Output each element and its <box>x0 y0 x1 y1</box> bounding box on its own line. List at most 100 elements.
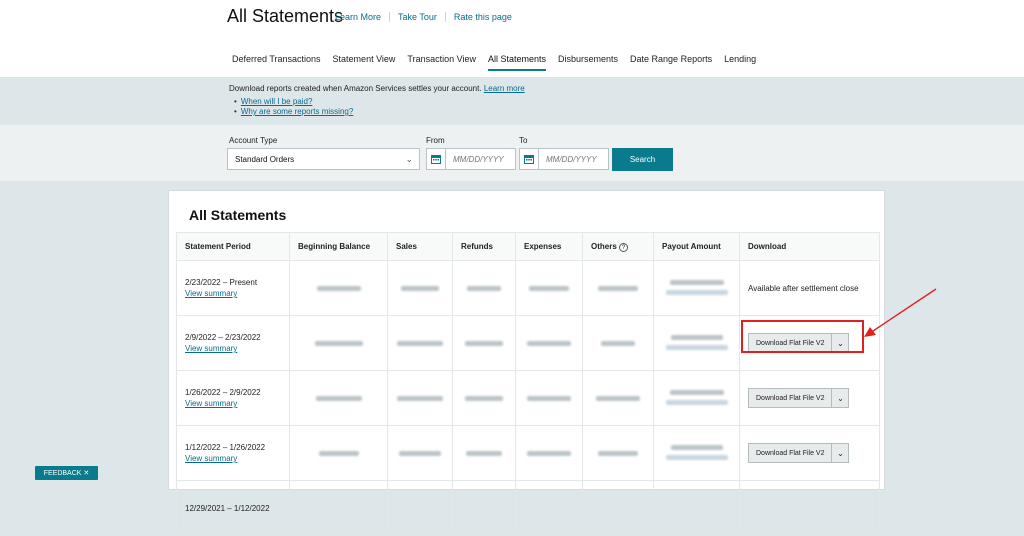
info-bullets: When will I be paid? Why are some report… <box>234 97 353 117</box>
redacted-value <box>387 315 453 371</box>
redacted-value <box>452 315 516 371</box>
redacted-value <box>387 480 453 536</box>
col-download[interactable]: Download <box>739 232 880 261</box>
when-paid-link[interactable]: When will I be paid? <box>241 97 313 106</box>
tab-deferred-transactions[interactable]: Deferred Transactions <box>232 54 321 71</box>
download-status: Available after settlement close <box>748 283 859 293</box>
period-cell: 12/29/2021 – 1/12/2022 <box>176 480 290 536</box>
redacted-value <box>582 260 654 316</box>
download-button-label: Download Flat File V2 <box>749 444 833 462</box>
col-payout-amount[interactable]: Payout Amount <box>653 232 740 261</box>
title-links: Learn More Take Tour Rate this page <box>335 12 520 22</box>
period-text: 1/12/2022 – 1/26/2022 <box>185 443 266 452</box>
chevron-down-icon[interactable]: ⌄ <box>832 389 848 407</box>
download-cell: Download Flat File V2 ⌄ <box>739 370 880 426</box>
calendar-icon[interactable] <box>427 149 446 169</box>
from-label: From <box>426 136 445 145</box>
redacted-payout <box>653 425 740 481</box>
account-type-select[interactable]: Standard Orders ⌄ <box>227 148 420 170</box>
view-summary-link[interactable]: View summary <box>185 454 237 463</box>
table-row: 1/12/2022 – 1/26/2022 View summary Downl… <box>176 425 880 481</box>
redacted-value <box>452 370 516 426</box>
download-cell: Download Flat File V2 ⌄ <box>739 425 880 481</box>
to-date-field[interactable]: MM/DD/YYYY <box>519 148 609 170</box>
tab-disbursements[interactable]: Disbursements <box>558 54 618 71</box>
col-sales[interactable]: Sales <box>387 232 453 261</box>
redacted-value <box>387 260 453 316</box>
list-item: Why are some reports missing? <box>234 107 353 117</box>
from-date-field[interactable]: MM/DD/YYYY <box>426 148 516 170</box>
redacted-payout <box>653 260 740 316</box>
download-cell <box>739 480 880 536</box>
redacted-value <box>289 260 388 316</box>
redacted-value <box>452 260 516 316</box>
chevron-down-icon: ⌄ <box>405 154 413 164</box>
table-row: 2/23/2022 – Present View summary Availab… <box>176 260 880 316</box>
tab-all-statements[interactable]: All Statements <box>487 54 546 71</box>
learn-more-link[interactable]: Learn More <box>335 12 391 22</box>
col-statement-period[interactable]: Statement Period <box>176 232 290 261</box>
period-cell: 1/12/2022 – 1/26/2022 View summary <box>176 425 290 481</box>
redacted-value <box>452 480 516 536</box>
redacted-value <box>387 370 453 426</box>
redacted-value <box>289 480 388 536</box>
col-refunds[interactable]: Refunds <box>452 232 516 261</box>
info-learn-more-link[interactable]: Learn more <box>484 84 525 93</box>
period-cell: 2/9/2022 – 2/23/2022 View summary <box>176 315 290 371</box>
table-header-row: Statement Period Beginning Balance Sales… <box>176 232 880 261</box>
redacted-value <box>515 315 583 371</box>
col-beginning-balance[interactable]: Beginning Balance <box>289 232 388 261</box>
account-type-label: Account Type <box>229 136 278 145</box>
from-date-placeholder: MM/DD/YYYY <box>453 155 504 164</box>
card-title: All Statements <box>189 207 287 223</box>
to-label: To <box>519 136 528 145</box>
col-expenses[interactable]: Expenses <box>515 232 583 261</box>
redacted-value <box>515 260 583 316</box>
list-item: When will I be paid? <box>234 97 353 107</box>
redacted-value <box>289 425 388 481</box>
view-summary-link[interactable]: View summary <box>185 399 237 408</box>
download-button-label: Download Flat File V2 <box>749 389 833 407</box>
search-button[interactable]: Search <box>612 148 673 171</box>
period-cell: 1/26/2022 – 2/9/2022 View summary <box>176 370 290 426</box>
table-row: 1/26/2022 – 2/9/2022 View summary Downlo… <box>176 370 880 426</box>
info-text: Download reports created when Amazon Ser… <box>229 84 525 93</box>
redacted-value <box>582 370 654 426</box>
view-summary-link[interactable]: View summary <box>185 289 237 298</box>
tab-date-range-reports[interactable]: Date Range Reports <box>630 54 712 71</box>
table-row: 12/29/2021 – 1/12/2022 <box>176 480 880 536</box>
tab-lending[interactable]: Lending <box>724 54 756 71</box>
page-header: All Statements Learn More Take Tour Rate… <box>0 0 1024 77</box>
help-icon[interactable]: ? <box>619 242 629 252</box>
missing-reports-link[interactable]: Why are some reports missing? <box>241 107 353 116</box>
page-title: All Statements <box>227 6 344 26</box>
download-flat-file-button[interactable]: Download Flat File V2 ⌄ <box>748 443 850 463</box>
redacted-value <box>582 315 654 371</box>
rate-page-link[interactable]: Rate this page <box>446 12 520 22</box>
to-date-placeholder: MM/DD/YYYY <box>546 155 597 164</box>
col-others[interactable]: Others ? <box>582 232 654 261</box>
period-text: 2/23/2022 – Present <box>185 278 258 287</box>
tab-statement-view[interactable]: Statement View <box>333 54 396 71</box>
calendar-icon[interactable] <box>520 149 539 169</box>
period-cell: 2/23/2022 – Present View summary <box>176 260 290 316</box>
redacted-value <box>582 425 654 481</box>
feedback-button[interactable]: FEEDBACK ✕ <box>35 466 98 480</box>
redacted-value <box>515 480 583 536</box>
highlight-box <box>741 320 864 353</box>
info-banner: Download reports created when Amazon Ser… <box>0 77 1024 125</box>
download-cell: Available after settlement close <box>739 260 880 316</box>
statements-table: Statement Period Beginning Balance Sales… <box>176 232 880 536</box>
period-text: 1/26/2022 – 2/9/2022 <box>185 388 261 397</box>
view-summary-link[interactable]: View summary <box>185 344 237 353</box>
redacted-payout <box>653 480 740 536</box>
download-flat-file-button[interactable]: Download Flat File V2 ⌄ <box>748 388 850 408</box>
redacted-value <box>289 370 388 426</box>
tab-bar: Deferred Transactions Statement View Tra… <box>232 54 768 71</box>
take-tour-link[interactable]: Take Tour <box>390 12 446 22</box>
redacted-payout <box>653 370 740 426</box>
tab-transaction-view[interactable]: Transaction View <box>407 54 476 71</box>
chevron-down-icon[interactable]: ⌄ <box>832 444 848 462</box>
period-text: 12/29/2021 – 1/12/2022 <box>185 503 270 513</box>
redacted-value <box>387 425 453 481</box>
